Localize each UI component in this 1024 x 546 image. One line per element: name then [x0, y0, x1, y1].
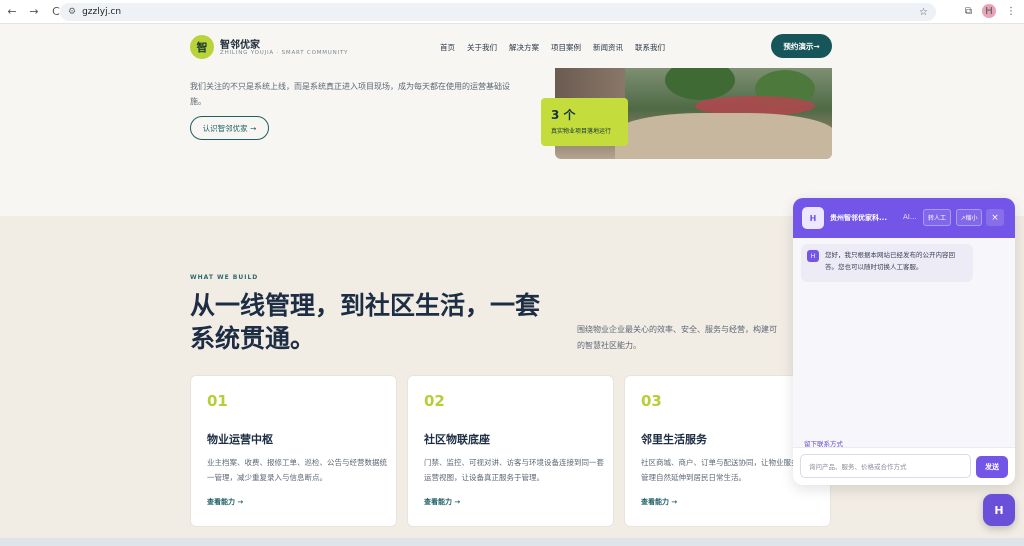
extensions-icon[interactable]: ⧉	[965, 6, 972, 17]
minimize-chat-button[interactable]: ↗缩小	[956, 209, 982, 226]
card-view-link[interactable]: 查看能力 →	[207, 497, 243, 507]
feature-card-operations[interactable]: 01 物业运营中枢 业主档案、收费、报修工单、巡检、公告与经营数据统一管理，减少…	[190, 375, 397, 527]
back-icon[interactable]: ←	[2, 5, 22, 18]
chat-bot-avatar: H	[802, 207, 824, 229]
profile-avatar[interactable]: H	[982, 4, 996, 18]
site-header: 智 智邻优家 ZHILING YOUJIA · SMART COMMUNITY …	[0, 24, 1024, 70]
section-headline: 从一线管理，到社区生活，一套系统贯通。	[190, 291, 541, 353]
section-eyebrow: WHAT WE BUILD	[190, 274, 259, 281]
feature-card-iot[interactable]: 02 社区物联底座 门禁、监控、可视对讲、访客与环境设备连接到同一套运营视图，让…	[407, 375, 614, 527]
forward-icon[interactable]: →	[24, 5, 44, 18]
chat-input-row: 询问产品、服务、价格或合作方式 发送	[793, 447, 1015, 485]
logo-name[interactable]: 智邻优家	[220, 36, 260, 51]
site-info-icon[interactable]: ⚙	[68, 7, 76, 17]
card-title: 邻里生活服务	[641, 433, 707, 446]
card-description: 门禁、监控、可视对讲、访客与环境设备连接到同一套运营视图，让设备真正服务于管理。	[424, 458, 604, 482]
close-icon[interactable]: ×	[986, 209, 1004, 226]
transfer-human-button[interactable]: 转人工	[923, 209, 951, 226]
learn-more-button[interactable]: 认识智邻优家 →	[190, 116, 269, 140]
main-nav: 首页 关于我们 解决方案 项目案例 新闻资讯 联系我们	[440, 42, 665, 53]
stat-number: 3 个	[551, 108, 576, 122]
menu-icon[interactable]: ⋮	[1006, 6, 1016, 17]
card-title: 社区物联底座	[424, 433, 490, 446]
nav-item-about[interactable]: 关于我们	[467, 42, 497, 53]
card-view-link[interactable]: 查看能力 →	[424, 497, 460, 507]
card-title: 物业运营中枢	[207, 433, 273, 446]
logo-tagline: ZHILING YOUJIA · SMART COMMUNITY	[220, 50, 349, 56]
card-number: 03	[641, 392, 662, 410]
address-bar[interactable]: ⚙ gzzlyj.cn ☆	[60, 3, 936, 21]
chat-launcher-button[interactable]: H	[983, 494, 1015, 526]
bookmark-star-icon[interactable]: ☆	[919, 7, 928, 18]
card-number: 02	[424, 392, 445, 410]
os-taskbar	[0, 538, 1024, 546]
send-button[interactable]: 发送	[976, 456, 1008, 478]
chat-title-suffix: AI...	[903, 213, 917, 221]
bot-message: H 您好，我只根据本网站已经发布的公开内容回答。您也可以随时切换人工客服。	[801, 244, 973, 282]
chat-title: 贵州智邻优家科...	[830, 214, 887, 222]
nav-item-solutions[interactable]: 解决方案	[509, 42, 539, 53]
hero-description: 我们关注的不只是系统上线，而是系统真正进入项目现场，成为每天都在使用的运营基础设…	[190, 82, 510, 106]
book-demo-button[interactable]: 预约演示→	[771, 34, 832, 58]
url-text[interactable]: gzzlyj.cn	[82, 7, 121, 17]
browser-toolbar: ← → C ⚙ gzzlyj.cn ☆ ⧉ H ⋮	[0, 0, 1024, 24]
bot-message-text: 您好，我只根据本网站已经发布的公开内容回答。您也可以随时切换人工客服。	[825, 251, 955, 271]
card-view-link[interactable]: 查看能力 →	[641, 497, 677, 507]
chat-input[interactable]: 询问产品、服务、价格或合作方式	[800, 454, 971, 478]
card-number: 01	[207, 392, 228, 410]
chat-widget: H 贵州智邻优家科... AI... 转人工 ↗缩小 × H 您好，我只根据本网…	[793, 198, 1015, 485]
stat-card: 3 个 真实物业项目落地运行	[541, 98, 628, 146]
nav-item-contact[interactable]: 联系我们	[635, 42, 665, 53]
nav-item-news[interactable]: 新闻资讯	[593, 42, 623, 53]
stat-label: 真实物业项目落地运行	[551, 128, 612, 135]
nav-item-home[interactable]: 首页	[440, 42, 455, 53]
browser-actions: ⧉ H ⋮	[965, 4, 1016, 18]
card-description: 业主档案、收费、报修工单、巡检、公告与经营数据统一管理，减少重复录入与信息断点。	[207, 458, 387, 482]
logo-mark[interactable]: 智	[190, 35, 214, 59]
nav-item-cases[interactable]: 项目案例	[551, 42, 581, 53]
section-description: 围绕物业企业最关心的效率、安全、服务与经营，构建可 的智慧社区能力。	[577, 325, 777, 350]
chat-header: H 贵州智邻优家科... AI... 转人工 ↗缩小 ×	[793, 198, 1015, 238]
bot-icon: H	[807, 250, 819, 262]
